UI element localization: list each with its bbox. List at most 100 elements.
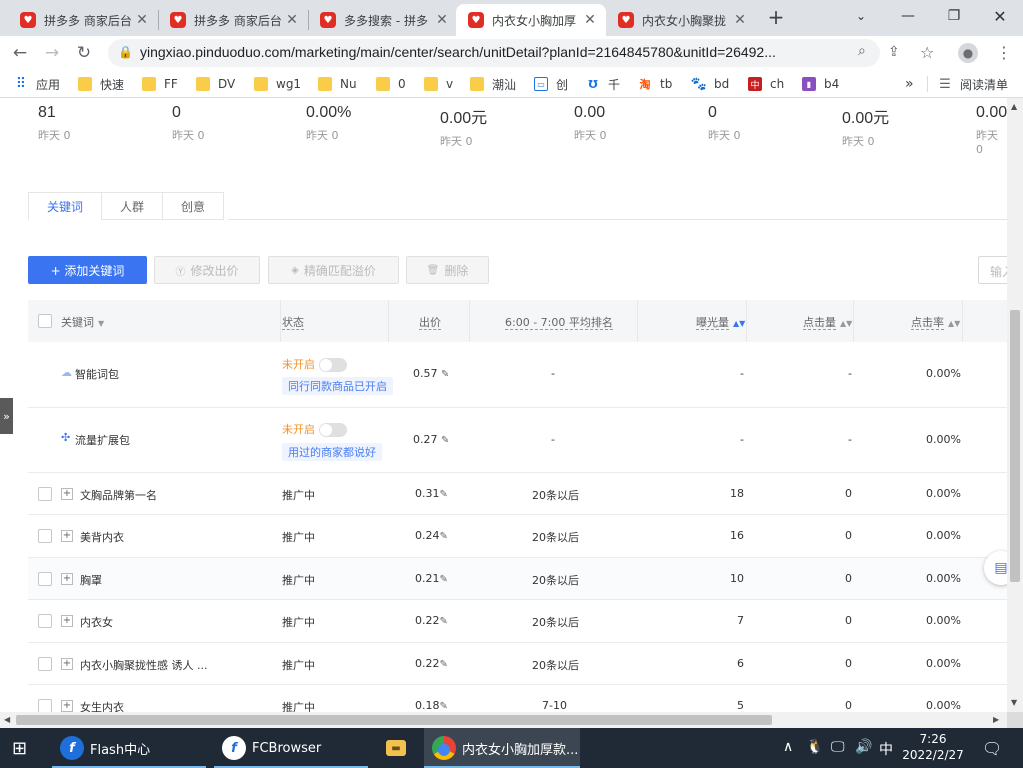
network-icon[interactable]: 🖵 (831, 739, 845, 755)
horizontal-scrollbar[interactable]: ◀ ▶ (0, 712, 1007, 728)
notification-center-icon[interactable]: 🗨 (982, 739, 1002, 758)
keyword-bid[interactable]: 0.21✎ (415, 572, 448, 585)
scroll-left-icon[interactable]: ◀ (4, 715, 10, 724)
edit-icon[interactable]: ✎ (440, 616, 448, 627)
taskbar-clock[interactable]: 7:26 2022/2/27 (900, 731, 966, 763)
row-checkbox[interactable] (38, 572, 52, 586)
close-tab-icon[interactable]: ✕ (582, 12, 598, 28)
edit-icon[interactable]: ✎ (441, 435, 449, 446)
tab-search-icon[interactable]: ⌄ (838, 0, 884, 32)
tray-expand-icon[interactable]: ∧ (783, 739, 793, 755)
browser-tab[interactable]: ♥ 多多搜索 - 拼多 ✕ (308, 4, 458, 36)
close-window-icon[interactable]: ✕ (977, 0, 1023, 32)
expand-row-icon[interactable]: + (61, 488, 73, 500)
expand-row-icon[interactable]: + (61, 573, 73, 585)
bookmark-folder[interactable]: FF (142, 75, 178, 93)
row-checkbox[interactable] (38, 487, 52, 501)
sort-icon[interactable]: ▲▼ (733, 319, 745, 328)
tab-creative[interactable]: 创意 (162, 192, 225, 220)
forward-icon[interactable]: → (40, 41, 64, 65)
edit-icon[interactable]: ✎ (440, 531, 448, 542)
profile-avatar-icon[interactable]: ● (958, 43, 978, 63)
bookmark-star-icon[interactable]: ☆ (920, 43, 934, 62)
expand-row-icon[interactable]: + (61, 530, 73, 542)
close-tab-icon[interactable]: ✕ (284, 12, 300, 28)
edit-bid-button[interactable]: Ⓨ 修改出价 (154, 256, 260, 284)
bookmark-link[interactable]: ▭ 创 (534, 75, 568, 93)
keyword-search-input[interactable]: 输入 (978, 256, 1007, 284)
add-keyword-button[interactable]: + 添加关键词 (28, 256, 147, 284)
new-tab-button[interactable]: + (764, 6, 788, 30)
row-checkbox[interactable] (38, 657, 52, 671)
th-ctr[interactable]: 点击率 ▲▼ (911, 314, 960, 330)
browser-tab-active[interactable]: ♥ 内衣女小胸加厚 ✕ (456, 4, 606, 36)
sort-icon[interactable]: ▲▼ (948, 319, 960, 328)
keyword-bid[interactable]: 0.22✎ (415, 614, 448, 627)
close-tab-icon[interactable]: ✕ (134, 12, 150, 28)
vertical-scroll-thumb[interactable] (1010, 310, 1020, 582)
taskbar-app[interactable]: ▬ (386, 728, 412, 768)
th-clicks[interactable]: 点击量 ▲▼ (803, 314, 852, 330)
row-checkbox[interactable] (38, 614, 52, 628)
volume-icon[interactable]: 🔊 (855, 739, 872, 755)
expand-row-icon[interactable]: + (61, 658, 73, 670)
bookmark-folder[interactable]: DV (196, 75, 235, 93)
reload-icon[interactable]: ↻ (72, 41, 96, 65)
bookmark-folder[interactable]: 快速 (78, 75, 124, 93)
address-bar[interactable]: 🔒 yingxiao.pinduoduo.com/marketing/main/… (108, 39, 880, 67)
edit-icon[interactable]: ✎ (440, 489, 448, 500)
zoom-icon[interactable]: ⌕ (858, 43, 866, 59)
keyword-bid[interactable]: 0.24✎ (415, 529, 448, 542)
side-panel-toggle-icon[interactable]: » (0, 398, 13, 434)
select-all-checkbox[interactable] (38, 314, 52, 328)
bookmark-link[interactable]: 🐾 bd (691, 75, 729, 93)
reading-list-button[interactable]: ☰ 阅读清单 (938, 75, 1008, 93)
bookmark-folder[interactable]: Nu (318, 75, 357, 93)
expand-row-icon[interactable]: + (61, 615, 73, 627)
bookmarks-more-button[interactable]: » (905, 75, 914, 93)
vertical-scrollbar[interactable]: ▲ ▼ (1007, 98, 1023, 712)
browser-tab[interactable]: ♥ 内衣女小胸聚拢 ✕ (606, 4, 756, 36)
qq-tray-icon[interactable]: 🐧 (806, 739, 823, 755)
delete-button[interactable]: 🗑 删除 (406, 256, 489, 284)
keyword-bid[interactable]: 0.18✎ (415, 699, 448, 712)
scroll-down-icon[interactable]: ▼ (1011, 698, 1017, 707)
bookmark-link[interactable]: 中 ch (748, 75, 784, 93)
th-impressions[interactable]: 曝光量 ▲▼ (696, 314, 745, 330)
tab-keywords[interactable]: 关键词 (28, 192, 102, 220)
pack-toggle[interactable] (319, 358, 347, 372)
close-tab-icon[interactable]: ✕ (434, 12, 450, 28)
windows-start-icon[interactable]: ⊞ (12, 728, 27, 768)
exact-match-premium-button[interactable]: ◈ 精确匹配溢价 (268, 256, 399, 284)
bookmark-link[interactable]: 淘 tb (638, 75, 673, 93)
restore-icon[interactable]: ❐ (931, 0, 977, 32)
scroll-up-icon[interactable]: ▲ (1011, 102, 1017, 111)
browser-tab[interactable]: ♥ 拼多多 商家后台 ✕ (158, 4, 308, 36)
browser-tab[interactable]: ♥ 拼多多 商家后台 ✕ (8, 4, 158, 36)
expand-row-icon[interactable]: + (61, 700, 73, 712)
taskbar-app-active[interactable]: ● 内衣女小胸加厚款... (424, 728, 580, 768)
minimize-icon[interactable]: — (885, 0, 931, 32)
edit-icon[interactable]: ✎ (440, 574, 448, 585)
keyword-bid[interactable]: 0.31✎ (415, 487, 448, 500)
close-tab-icon[interactable]: ✕ (732, 12, 748, 28)
bookmark-link[interactable]: ▮ b4 (802, 75, 839, 93)
keyword-bid[interactable]: 0.22✎ (415, 657, 448, 670)
bookmark-folder[interactable]: wg1 (254, 75, 301, 93)
bookmark-apps[interactable]: ⠿ 应用 (14, 75, 60, 93)
edit-icon[interactable]: ✎ (441, 369, 449, 380)
pack-bid[interactable]: 0.57 ✎ (413, 367, 449, 380)
sort-icon[interactable]: ▲▼ (840, 319, 852, 328)
row-checkbox[interactable] (38, 699, 52, 712)
bookmark-folder[interactable]: v (424, 75, 453, 93)
taskbar-app[interactable]: f Flash中心 (60, 728, 150, 768)
horizontal-scroll-thumb[interactable] (16, 715, 772, 725)
ime-indicator[interactable]: 中 (879, 739, 893, 759)
bookmark-link[interactable]: Ʊ 千 (586, 75, 620, 93)
pack-bid[interactable]: 0.27 ✎ (413, 433, 449, 446)
scroll-right-icon[interactable]: ▶ (993, 715, 999, 724)
taskbar-app[interactable]: f FCBrowser (222, 728, 321, 768)
row-checkbox[interactable] (38, 529, 52, 543)
chrome-menu-icon[interactable]: ⋮ (996, 43, 1012, 62)
edit-icon[interactable]: ✎ (440, 659, 448, 670)
